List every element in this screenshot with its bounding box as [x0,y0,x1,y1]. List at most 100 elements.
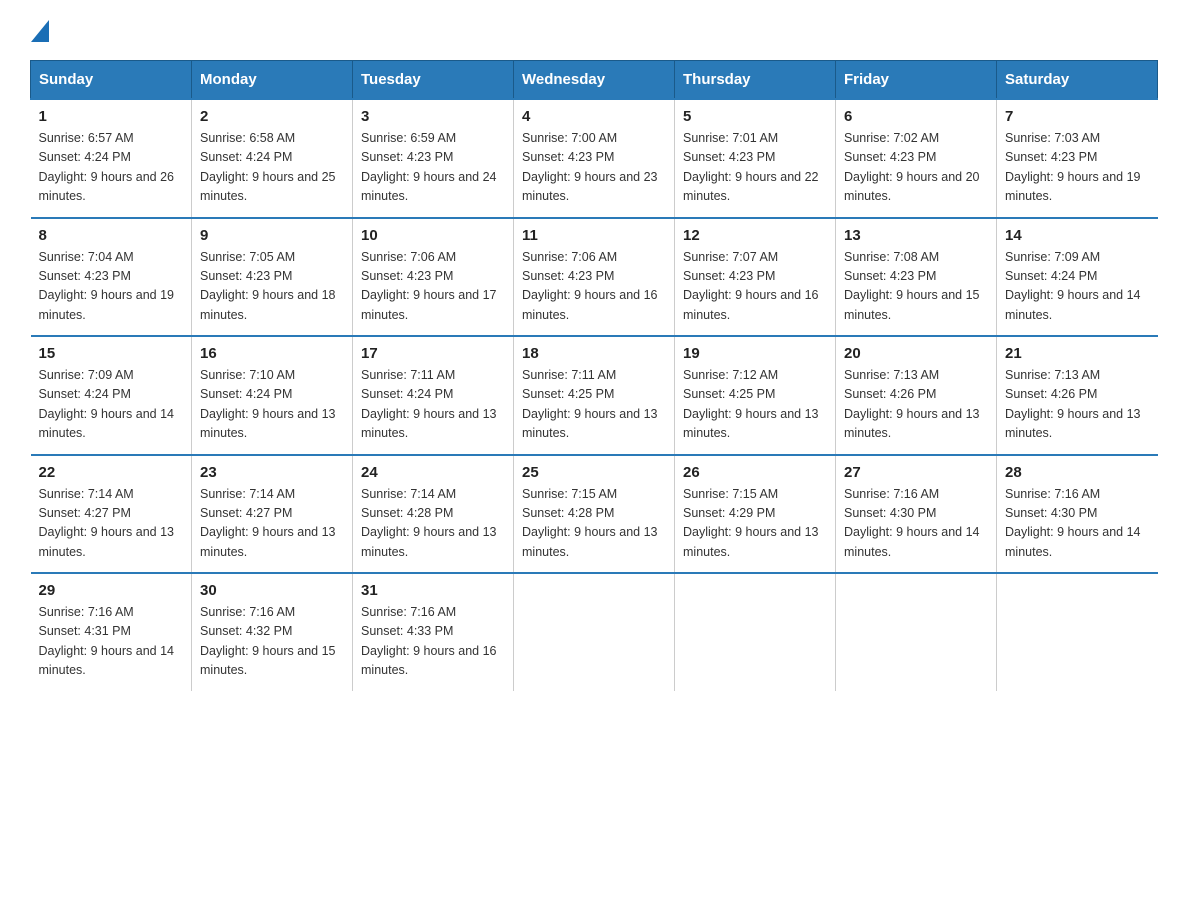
calendar-cell: 13 Sunrise: 7:08 AMSunset: 4:23 PMDayligh… [836,218,997,337]
day-info: Sunrise: 7:14 AMSunset: 4:27 PMDaylight:… [200,485,344,563]
day-number: 29 [39,582,184,599]
day-number: 9 [200,227,344,244]
day-info: Sunrise: 6:57 AMSunset: 4:24 PMDaylight:… [39,129,184,207]
header-wednesday: Wednesday [514,61,675,100]
calendar-cell: 20Sunrise: 7:13 AMSunset: 4:26 PMDayligh… [836,336,997,455]
calendar-cell: 2 Sunrise: 6:58 AMSunset: 4:24 PMDaylight… [192,99,353,218]
day-number: 17 [361,345,505,362]
day-info: Sunrise: 7:05 AMSunset: 4:23 PMDaylight:… [200,248,344,326]
calendar-cell: 31 Sunrise: 7:16 AMSunset: 4:33 PMDayligh… [353,573,514,691]
calendar-cell: 9 Sunrise: 7:05 AMSunset: 4:23 PMDaylight… [192,218,353,337]
day-info: Sunrise: 7:16 AMSunset: 4:33 PMDaylight:… [361,603,505,681]
day-number: 10 [361,227,505,244]
day-info: Sunrise: 7:16 AMSunset: 4:31 PMDaylight:… [39,603,184,681]
calendar-cell [675,573,836,691]
calendar-cell: 24 Sunrise: 7:14 AMSunset: 4:28 PMDayligh… [353,455,514,574]
day-info: Sunrise: 7:16 AMSunset: 4:30 PMDaylight:… [1005,485,1150,563]
day-info: Sunrise: 7:16 AMSunset: 4:32 PMDaylight:… [200,603,344,681]
logo-triangle-icon [31,20,49,42]
calendar-cell [514,573,675,691]
calendar-week-5: 29 Sunrise: 7:16 AMSunset: 4:31 PMDayligh… [31,573,1158,691]
calendar-cell: 6 Sunrise: 7:02 AMSunset: 4:23 PMDaylight… [836,99,997,218]
day-info: Sunrise: 7:15 AMSunset: 4:28 PMDaylight:… [522,485,666,563]
day-info: Sunrise: 7:00 AMSunset: 4:23 PMDaylight:… [522,129,666,207]
day-number: 7 [1005,108,1150,125]
day-info: Sunrise: 7:16 AMSunset: 4:30 PMDaylight:… [844,485,988,563]
day-info: Sunrise: 7:09 AMSunset: 4:24 PMDaylight:… [1005,248,1150,326]
day-number: 28 [1005,464,1150,481]
day-info: Sunrise: 7:13 AMSunset: 4:26 PMDaylight:… [1005,366,1150,444]
calendar-week-3: 15 Sunrise: 7:09 AMSunset: 4:24 PMDayligh… [31,336,1158,455]
calendar-cell: 27 Sunrise: 7:16 AMSunset: 4:30 PMDayligh… [836,455,997,574]
day-info: Sunrise: 7:06 AMSunset: 4:23 PMDaylight:… [361,248,505,326]
calendar-week-1: 1 Sunrise: 6:57 AMSunset: 4:24 PMDaylight… [31,99,1158,218]
day-number: 21 [1005,345,1150,362]
calendar-cell: 14 Sunrise: 7:09 AMSunset: 4:24 PMDayligh… [997,218,1158,337]
calendar-cell: 28 Sunrise: 7:16 AMSunset: 4:30 PMDayligh… [997,455,1158,574]
day-number: 3 [361,108,505,125]
day-info: Sunrise: 7:09 AMSunset: 4:24 PMDaylight:… [39,366,184,444]
calendar-cell: 7Sunrise: 7:03 AMSunset: 4:23 PMDaylight… [997,99,1158,218]
calendar-cell: 19 Sunrise: 7:12 AMSunset: 4:25 PMDayligh… [675,336,836,455]
day-number: 1 [39,108,184,125]
day-number: 14 [1005,227,1150,244]
day-number: 13 [844,227,988,244]
day-number: 15 [39,345,184,362]
day-number: 4 [522,108,666,125]
calendar-cell [836,573,997,691]
calendar-cell: 18 Sunrise: 7:11 AMSunset: 4:25 PMDayligh… [514,336,675,455]
day-info: Sunrise: 7:14 AMSunset: 4:27 PMDaylight:… [39,485,184,563]
day-number: 8 [39,227,184,244]
day-info: Sunrise: 7:12 AMSunset: 4:25 PMDaylight:… [683,366,827,444]
calendar-cell: 8 Sunrise: 7:04 AMSunset: 4:23 PMDaylight… [31,218,192,337]
calendar-cell: 29 Sunrise: 7:16 AMSunset: 4:31 PMDayligh… [31,573,192,691]
day-info: Sunrise: 6:58 AMSunset: 4:24 PMDaylight:… [200,129,344,207]
calendar-cell: 1 Sunrise: 6:57 AMSunset: 4:24 PMDaylight… [31,99,192,218]
day-info: Sunrise: 7:11 AMSunset: 4:25 PMDaylight:… [522,366,666,444]
day-number: 2 [200,108,344,125]
day-number: 12 [683,227,827,244]
day-number: 6 [844,108,988,125]
day-number: 22 [39,464,184,481]
day-info: Sunrise: 7:02 AMSunset: 4:23 PMDaylight:… [844,129,988,207]
day-number: 27 [844,464,988,481]
calendar-cell: 25 Sunrise: 7:15 AMSunset: 4:28 PMDayligh… [514,455,675,574]
day-number: 5 [683,108,827,125]
calendar-cell [997,573,1158,691]
day-info: Sunrise: 7:15 AMSunset: 4:29 PMDaylight:… [683,485,827,563]
day-info: Sunrise: 7:11 AMSunset: 4:24 PMDaylight:… [361,366,505,444]
calendar-table: SundayMondayTuesdayWednesdayThursdayFrid… [30,60,1158,691]
day-number: 19 [683,345,827,362]
calendar-cell: 10 Sunrise: 7:06 AMSunset: 4:23 PMDayligh… [353,218,514,337]
day-info: Sunrise: 7:06 AMSunset: 4:23 PMDaylight:… [522,248,666,326]
day-info: Sunrise: 7:04 AMSunset: 4:23 PMDaylight:… [39,248,184,326]
header-saturday: Saturday [997,61,1158,100]
calendar-cell: 4 Sunrise: 7:00 AMSunset: 4:23 PMDaylight… [514,99,675,218]
calendar-cell: 22 Sunrise: 7:14 AMSunset: 4:27 PMDayligh… [31,455,192,574]
day-info: Sunrise: 7:08 AMSunset: 4:23 PMDaylight:… [844,248,988,326]
calendar-cell: 16 Sunrise: 7:10 AMSunset: 4:24 PMDayligh… [192,336,353,455]
calendar-cell: 12Sunrise: 7:07 AMSunset: 4:23 PMDayligh… [675,218,836,337]
day-number: 31 [361,582,505,599]
calendar-cell: 17 Sunrise: 7:11 AMSunset: 4:24 PMDayligh… [353,336,514,455]
calendar-cell: 21 Sunrise: 7:13 AMSunset: 4:26 PMDayligh… [997,336,1158,455]
day-number: 16 [200,345,344,362]
day-info: Sunrise: 7:10 AMSunset: 4:24 PMDaylight:… [200,366,344,444]
day-number: 30 [200,582,344,599]
header-friday: Friday [836,61,997,100]
header-sunday: Sunday [31,61,192,100]
calendar-cell: 3Sunrise: 6:59 AMSunset: 4:23 PMDaylight… [353,99,514,218]
day-number: 26 [683,464,827,481]
calendar-cell: 15 Sunrise: 7:09 AMSunset: 4:24 PMDayligh… [31,336,192,455]
day-info: Sunrise: 7:01 AMSunset: 4:23 PMDaylight:… [683,129,827,207]
day-number: 24 [361,464,505,481]
page-header [30,20,1158,42]
calendar-cell: 11 Sunrise: 7:06 AMSunset: 4:23 PMDayligh… [514,218,675,337]
calendar-week-4: 22 Sunrise: 7:14 AMSunset: 4:27 PMDayligh… [31,455,1158,574]
day-number: 18 [522,345,666,362]
day-number: 20 [844,345,988,362]
day-number: 25 [522,464,666,481]
day-info: Sunrise: 7:14 AMSunset: 4:28 PMDaylight:… [361,485,505,563]
day-number: 11 [522,227,666,244]
calendar-header-row: SundayMondayTuesdayWednesdayThursdayFrid… [31,61,1158,100]
